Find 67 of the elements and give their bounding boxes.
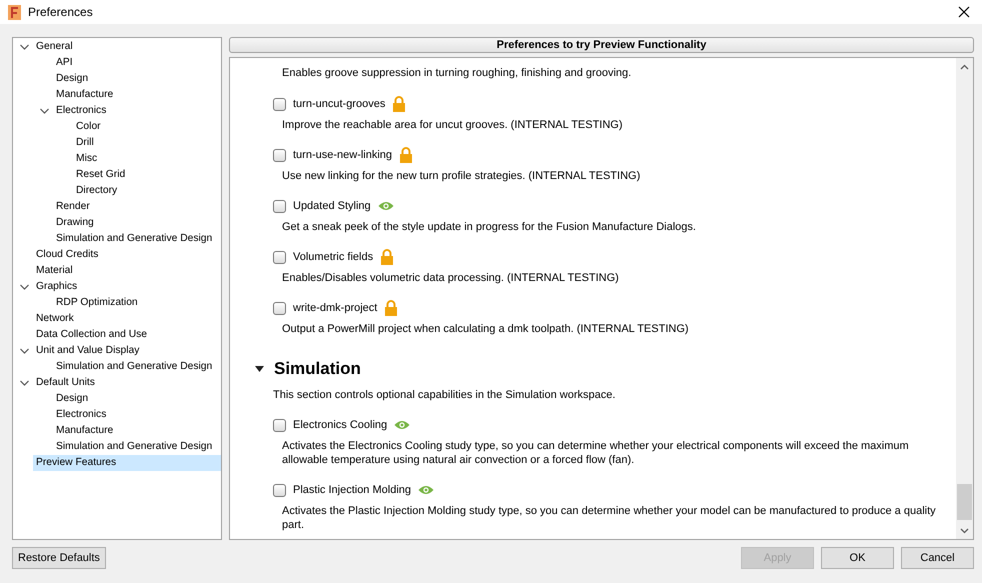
- chevron-down-icon[interactable]: [20, 348, 28, 354]
- tree-item[interactable]: Render: [53, 199, 93, 215]
- dialog-button[interactable]: Cancel: [901, 547, 974, 569]
- chevron-down-icon[interactable]: [20, 44, 28, 50]
- tree-item[interactable]: Simulation and Generative Design: [53, 439, 216, 455]
- scroll-up-icon[interactable]: [960, 64, 969, 70]
- tree-item[interactable]: Graphics: [33, 279, 80, 295]
- tree-item[interactable]: Cloud Credits: [33, 247, 102, 263]
- scrollbar-thumb[interactable]: [957, 484, 972, 520]
- tree-item[interactable]: General: [33, 39, 76, 55]
- tree-item[interactable]: Color: [73, 119, 104, 135]
- feature-label: write-dmk-project: [293, 300, 378, 316]
- tree-item[interactable]: Simulation and Generative Design: [53, 359, 216, 375]
- chevron-down-icon[interactable]: [40, 108, 48, 114]
- feature-description: Use new linking for the new turn profile strategies. (INTERNAL TESTING): [282, 169, 642, 183]
- feature-description: Activates the Plastic Injection Molding study type, so you can determine whether your model can be manufactured to produce a quality part.: [282, 504, 936, 532]
- tree-item[interactable]: Electronics: [53, 407, 110, 423]
- tree-item[interactable]: Preview Features: [33, 455, 221, 471]
- panel-title: Preferences to try Preview Functionality: [229, 37, 974, 53]
- tree-item[interactable]: Electronics: [53, 103, 110, 119]
- tree-item[interactable]: Network: [33, 311, 77, 327]
- tree-item[interactable]: Drill: [73, 135, 97, 151]
- tree-item[interactable]: Manufacture: [53, 87, 116, 103]
- app-logo-icon: [8, 4, 21, 20]
- feature-label: Electronics Cooling: [293, 418, 388, 433]
- feature-label: Volumetric fields: [293, 250, 374, 265]
- tree-item[interactable]: Material: [33, 263, 76, 279]
- window-title: Preferences: [28, 4, 93, 21]
- feature-description: Activates the Electronics Cooling study type, so you can determine whether your electrical components will exceed the maximum allowable temperature using natural air convection or a forced flow (fan).: [282, 439, 910, 467]
- tree-item[interactable]: Default Units: [33, 375, 98, 391]
- tree-item[interactable]: API: [53, 55, 76, 71]
- checkbox[interactable]: [273, 200, 286, 212]
- feature-description: Enables/Disables volumetric data processing. (INTERNAL TESTING): [282, 271, 620, 285]
- feature-label: Updated Styling: [293, 198, 371, 214]
- checkbox[interactable]: [273, 250, 286, 264]
- feature-description: Enables groove suppression in turning roughing, finishing and grooving.: [282, 66, 632, 80]
- tree-item[interactable]: Data Collection and Use: [33, 327, 150, 343]
- checkbox[interactable]: [273, 148, 286, 162]
- dialog-button[interactable]: OK: [821, 547, 894, 569]
- tree-item[interactable]: Manufacture: [53, 423, 116, 439]
- feature-description: Output a PowerMill project when calculating a dmk toolpath. (INTERNAL TESTING): [282, 322, 690, 336]
- tree-item[interactable]: Design: [53, 71, 92, 87]
- scrollbar[interactable]: [956, 58, 973, 539]
- checkbox[interactable]: [273, 418, 286, 432]
- dialog-button[interactable]: Restore Defaults: [12, 547, 106, 569]
- collapse-triangle-icon[interactable]: [255, 366, 264, 372]
- tree-item[interactable]: Simulation and Generative Design: [53, 231, 216, 247]
- chevron-down-icon[interactable]: [20, 380, 28, 386]
- chevron-down-icon[interactable]: [20, 284, 28, 290]
- tree-item[interactable]: RDP Optimization: [53, 295, 141, 311]
- feature-description: Get a sneak peek of the style update in progress for the Fusion Manufacture Dialogs.: [282, 220, 697, 234]
- section-heading: Simulation: [274, 358, 361, 380]
- checkbox[interactable]: [273, 302, 286, 314]
- tree-item[interactable]: Directory: [73, 183, 120, 199]
- scroll-down-icon[interactable]: [960, 528, 969, 534]
- feature-label: turn-use-new-linking: [293, 148, 392, 163]
- feature-description: Improve the reachable area for uncut grooves. (INTERNAL TESTING): [282, 118, 624, 132]
- tree-item[interactable]: Design: [53, 391, 92, 407]
- section-description: This section controls optional capabilities in the Simulation workspace.: [273, 388, 616, 402]
- tree-item[interactable]: Reset Grid: [73, 167, 128, 183]
- tree-item[interactable]: Unit and Value Display: [33, 343, 142, 359]
- tree-item[interactable]: Drawing: [53, 215, 97, 231]
- feature-label: Plastic Injection Molding: [293, 482, 412, 498]
- feature-label: turn-uncut-grooves: [293, 96, 386, 112]
- checkbox[interactable]: [273, 484, 286, 496]
- tree-item[interactable]: Misc: [73, 151, 100, 167]
- checkbox[interactable]: [273, 98, 286, 110]
